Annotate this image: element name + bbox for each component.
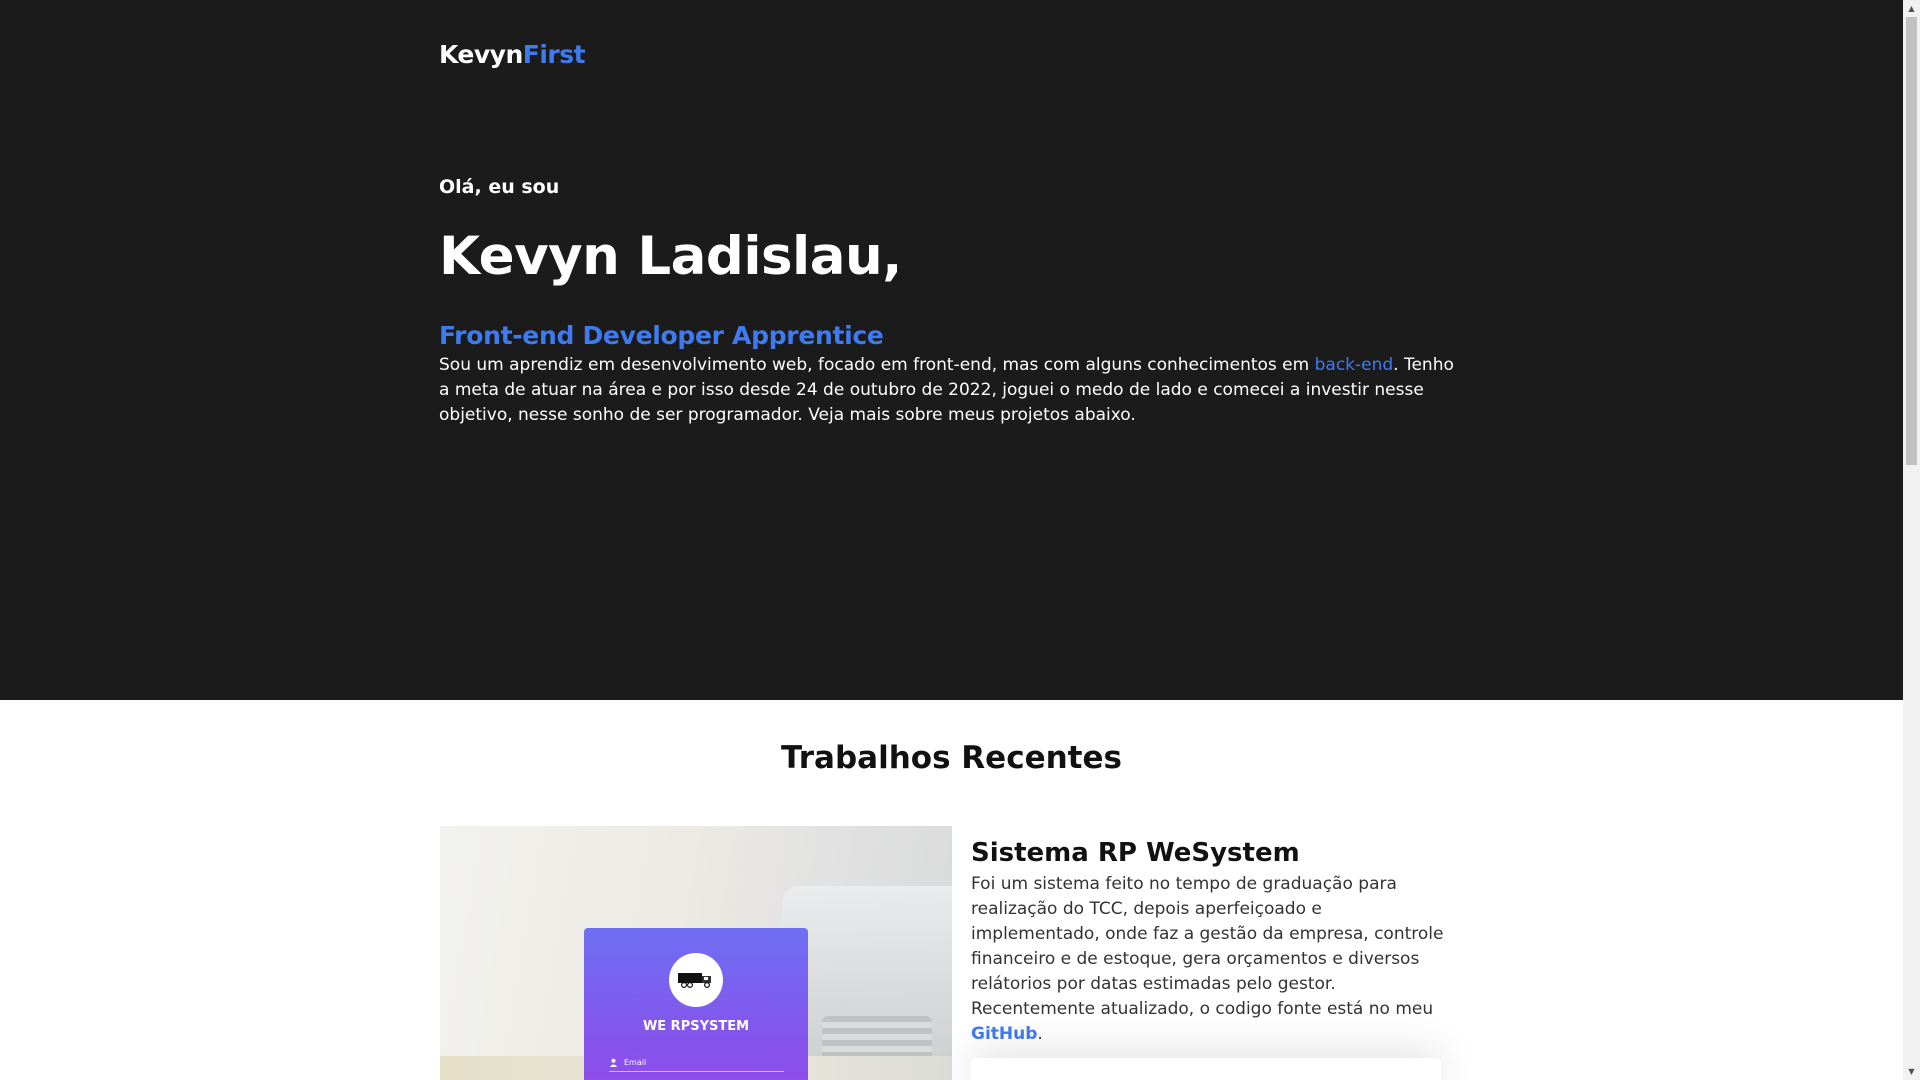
arrow-down-icon[interactable]: ▼ [1903,1063,1920,1080]
backend-link[interactable]: back-end [1315,355,1394,375]
email-field-preview: Email [609,1053,784,1072]
project-description-text: Foi um sistema feito no tempo de graduaç… [971,874,1444,1019]
user-icon [609,1058,618,1067]
hero-role: Front-end Developer Apprentice [439,321,884,350]
project-title: Sistema RP WeSystem [971,838,1300,868]
logo-primary-text: Kevyn [439,40,523,69]
github-link[interactable]: GitHub [971,1024,1037,1044]
hero-section: KevynFirst Olá, eu sou Kevyn Ladislau, F… [0,0,1903,700]
email-field-label: Email [624,1057,647,1067]
arrow-up-icon[interactable]: ▲ [1903,0,1920,17]
login-card-preview: WE RPSYSTEM Email [584,928,808,1080]
project-tech-panel [971,1058,1441,1080]
scrollbar-thumb[interactable] [1906,17,1917,465]
site-logo[interactable]: KevynFirst [439,40,586,69]
project-image[interactable]: WE RPSYSTEM Email [440,826,952,1080]
hero-name: Kevyn Ladislau, [439,226,902,287]
project-description: Foi um sistema feito no tempo de graduaç… [971,872,1451,1047]
card-title: WE RPSYSTEM [642,1019,750,1034]
hero-bio-text-start: Sou um aprendiz em desenvolvimento web, … [439,355,1315,375]
page-viewport: KevynFirst Olá, eu sou Kevyn Ladislau, F… [0,0,1903,1080]
truck-icon [669,953,723,1007]
hero-bio: Sou um aprendiz em desenvolvimento web, … [439,353,1469,428]
vertical-scrollbar[interactable]: ▲ ▼ [1903,0,1920,1080]
recent-works-title: Trabalhos Recentes [781,740,1122,776]
hero-greeting: Olá, eu sou [439,176,560,198]
project-description-end: . [1037,1024,1043,1044]
logo-accent-text: First [522,40,586,69]
